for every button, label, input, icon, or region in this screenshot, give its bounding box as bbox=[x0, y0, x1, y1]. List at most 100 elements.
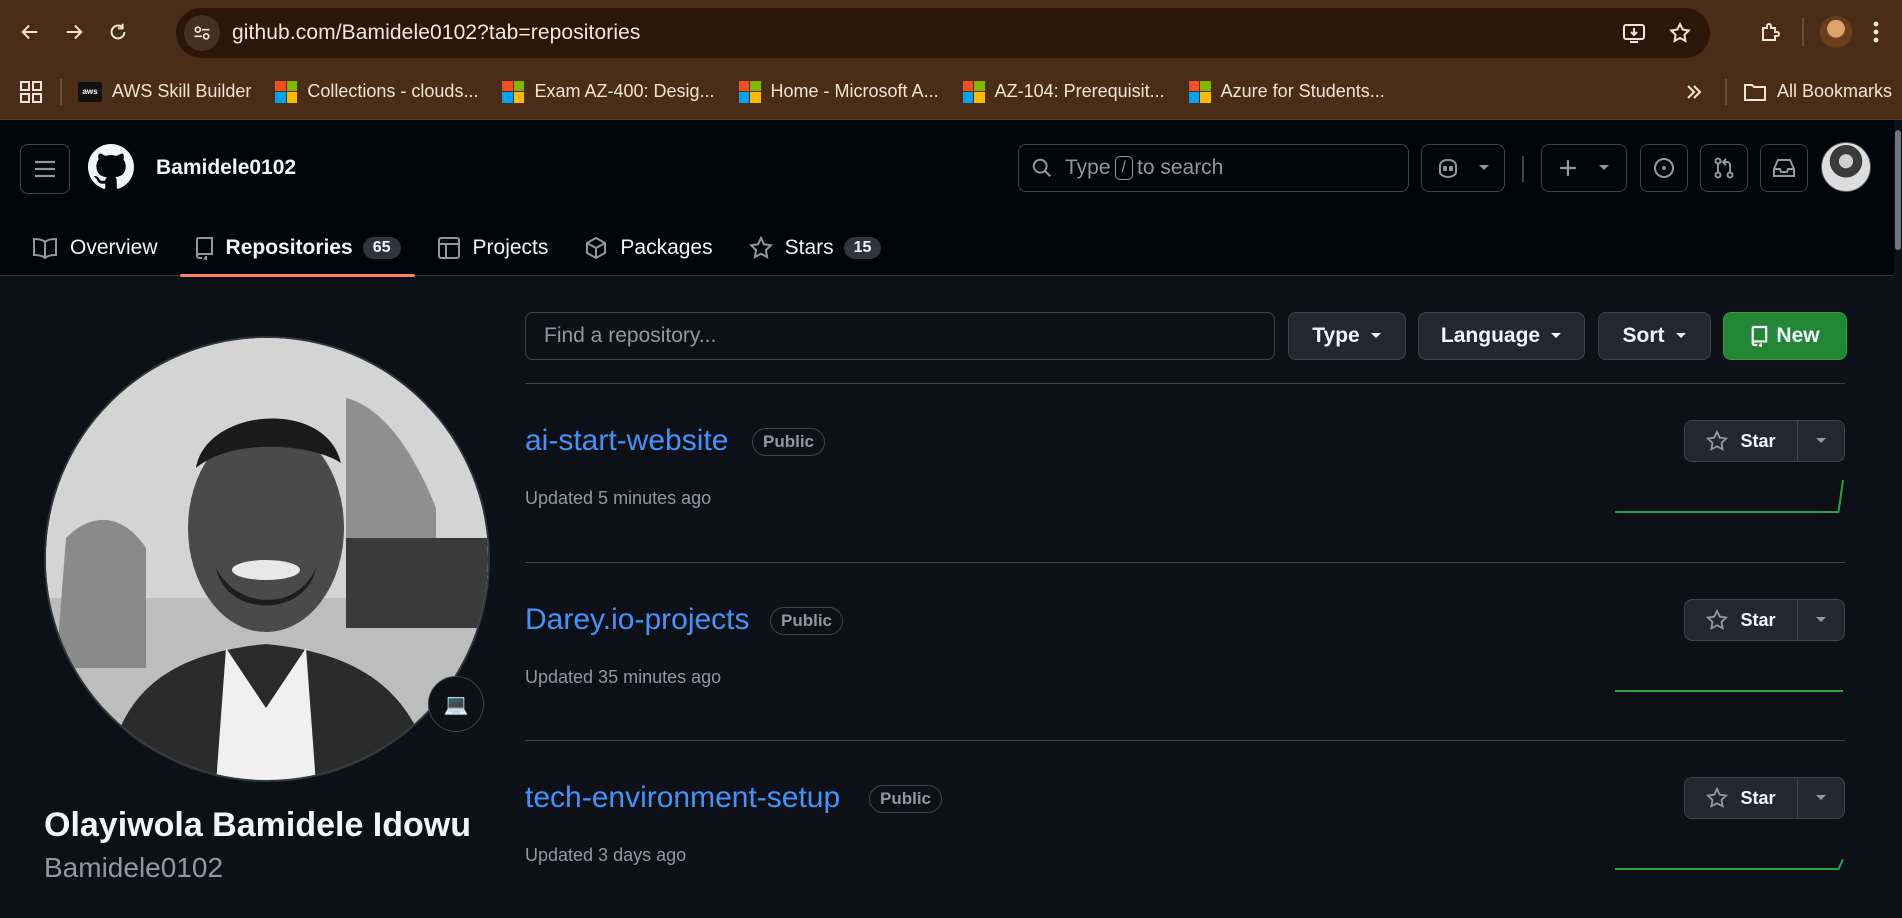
tab-label: Projects bbox=[472, 236, 549, 259]
profile-avatar bbox=[1820, 16, 1852, 48]
create-new-button[interactable] bbox=[1541, 144, 1627, 192]
new-repository-label: New bbox=[1776, 324, 1820, 347]
type-filter-button[interactable]: Type bbox=[1288, 312, 1406, 360]
repository-name-link[interactable]: Darey.io-projects bbox=[525, 603, 750, 637]
star-button-group: Star bbox=[1684, 777, 1845, 819]
status-emoji-button[interactable]: 💻 bbox=[428, 676, 484, 732]
star-button[interactable]: Star bbox=[1684, 420, 1798, 462]
tab-packages[interactable]: Packages bbox=[570, 220, 726, 276]
book-icon bbox=[33, 237, 57, 259]
all-bookmarks-button[interactable]: All Bookmarks bbox=[1733, 72, 1902, 112]
bookmarks-divider bbox=[1724, 78, 1727, 105]
search-icon bbox=[1032, 158, 1051, 177]
user-avatar-button[interactable] bbox=[1821, 142, 1871, 192]
chevron-down-icon bbox=[1479, 165, 1489, 170]
address-bar[interactable]: github.com/Bamidele0102?tab=repositories bbox=[176, 8, 1710, 58]
new-repository-button[interactable]: New bbox=[1723, 312, 1847, 360]
microsoft-icon bbox=[962, 80, 985, 103]
star-list-dropdown[interactable] bbox=[1798, 420, 1845, 462]
star-label: Star bbox=[1740, 430, 1776, 451]
kebab-menu-icon bbox=[1873, 21, 1879, 43]
install-app-icon[interactable] bbox=[1622, 21, 1646, 45]
sparkline-path bbox=[1615, 479, 1844, 513]
inbox-button[interactable] bbox=[1760, 144, 1808, 192]
bookmark-home-microsoft[interactable]: Home - Microsoft A... bbox=[729, 72, 949, 112]
site-info-icon[interactable] bbox=[184, 15, 220, 51]
table-icon bbox=[437, 237, 460, 259]
profile-login: Bamidele0102 bbox=[44, 852, 224, 883]
issues-button[interactable] bbox=[1640, 144, 1688, 192]
type-filter-label: Type bbox=[1312, 324, 1360, 347]
bookmark-label: Home - Microsoft A... bbox=[770, 81, 939, 101]
repository-list-item: Darey.io-projects Public Updated 35 minu… bbox=[525, 562, 1845, 740]
browser-menu-button[interactable] bbox=[1856, 12, 1896, 52]
forward-button[interactable] bbox=[54, 12, 94, 52]
tab-overview[interactable]: Overview bbox=[18, 220, 172, 276]
repository-list-item: tech-environment-setup Public Updated 3 … bbox=[525, 740, 1845, 918]
star-list-dropdown[interactable] bbox=[1798, 777, 1845, 819]
find-repository-input[interactable] bbox=[525, 312, 1275, 360]
activity-sparkline bbox=[1615, 858, 1844, 870]
profile-avatar-large[interactable] bbox=[44, 336, 490, 782]
visibility-badge: Public bbox=[770, 607, 844, 635]
star-list-dropdown[interactable] bbox=[1798, 599, 1845, 641]
apps-button[interactable] bbox=[0, 72, 52, 112]
repository-filter-bar: Type Language Sort New bbox=[525, 312, 1847, 360]
bookmark-star-icon[interactable] bbox=[1668, 21, 1692, 45]
scrollbar-thumb[interactable] bbox=[1895, 130, 1901, 250]
repository-updated-time: Updated 5 minutes ago bbox=[525, 488, 712, 508]
bookmark-collections[interactable]: Collections - clouds... bbox=[265, 72, 488, 112]
tab-projects[interactable]: Projects bbox=[423, 220, 563, 276]
bookmarks-divider bbox=[60, 78, 62, 105]
repository-list-item: ai-start-website Public Updated 5 minute… bbox=[525, 383, 1845, 561]
repository-name-link[interactable]: ai-start-website bbox=[525, 424, 728, 458]
arrow-right-icon bbox=[66, 24, 83, 40]
bookmarks-overflow-button[interactable] bbox=[1675, 72, 1713, 112]
star-icon bbox=[1706, 430, 1729, 451]
language-filter-button[interactable]: Language bbox=[1418, 312, 1585, 360]
bookmark-azure-students[interactable]: Azure for Students... bbox=[1179, 72, 1395, 112]
star-icon bbox=[1706, 787, 1729, 808]
sparkline-path bbox=[1615, 858, 1844, 870]
chevron-down-icon bbox=[1816, 438, 1826, 443]
page-scrollbar[interactable] bbox=[1894, 120, 1902, 889]
github-logo-icon[interactable] bbox=[88, 144, 134, 190]
browser-toolbar: github.com/Bamidele0102?tab=repositories bbox=[0, 0, 1902, 64]
stars-count-badge: 15 bbox=[843, 237, 882, 259]
global-menu-button[interactable] bbox=[20, 144, 70, 194]
bookmark-az104[interactable]: AZ-104: Prerequisit... bbox=[953, 72, 1175, 112]
repositories-count-badge: 65 bbox=[362, 237, 401, 259]
microsoft-icon bbox=[275, 80, 298, 103]
github-header: Bamidele0102 Type / to search Overview R… bbox=[0, 120, 1902, 277]
bookmark-exam-az400[interactable]: Exam AZ-400: Desig... bbox=[492, 72, 724, 112]
tab-repositories[interactable]: Repositories 65 bbox=[179, 220, 415, 277]
repository-name-link[interactable]: tech-environment-setup bbox=[525, 781, 840, 815]
bookmark-label: Collections - clouds... bbox=[307, 81, 479, 101]
chevron-down-icon bbox=[1816, 795, 1826, 800]
reload-button[interactable] bbox=[98, 12, 138, 52]
visibility-badge: Public bbox=[869, 785, 943, 813]
profile-context-username[interactable]: Bamidele0102 bbox=[156, 156, 296, 180]
inbox-icon bbox=[1773, 159, 1795, 177]
copilot-button[interactable] bbox=[1421, 144, 1505, 192]
browser-actions bbox=[1750, 0, 1902, 64]
global-search-input[interactable]: Type / to search bbox=[1018, 144, 1409, 192]
arrow-left-icon bbox=[21, 24, 38, 40]
url-text[interactable]: github.com/Bamidele0102?tab=repositories bbox=[232, 21, 641, 45]
back-button[interactable] bbox=[10, 12, 50, 52]
profile-button[interactable] bbox=[1816, 12, 1856, 52]
reload-icon bbox=[110, 23, 126, 40]
star-icon bbox=[748, 236, 773, 259]
profile-tabs: Overview Repositories 65 Projects Packag… bbox=[18, 220, 903, 277]
tab-label: Repositories bbox=[225, 236, 353, 259]
pull-requests-button[interactable] bbox=[1700, 144, 1748, 192]
star-icon bbox=[1706, 609, 1729, 630]
language-filter-label: Language bbox=[1440, 324, 1541, 347]
star-button[interactable]: Star bbox=[1684, 777, 1798, 819]
bookmark-aws-skill-builder[interactable]: aws AWS Skill Builder bbox=[68, 72, 261, 112]
tab-stars[interactable]: Stars 15 bbox=[735, 220, 896, 276]
extensions-button[interactable] bbox=[1750, 12, 1790, 52]
star-button[interactable]: Star bbox=[1684, 599, 1798, 641]
sort-button[interactable]: Sort bbox=[1598, 312, 1711, 360]
star-label: Star bbox=[1740, 609, 1776, 630]
